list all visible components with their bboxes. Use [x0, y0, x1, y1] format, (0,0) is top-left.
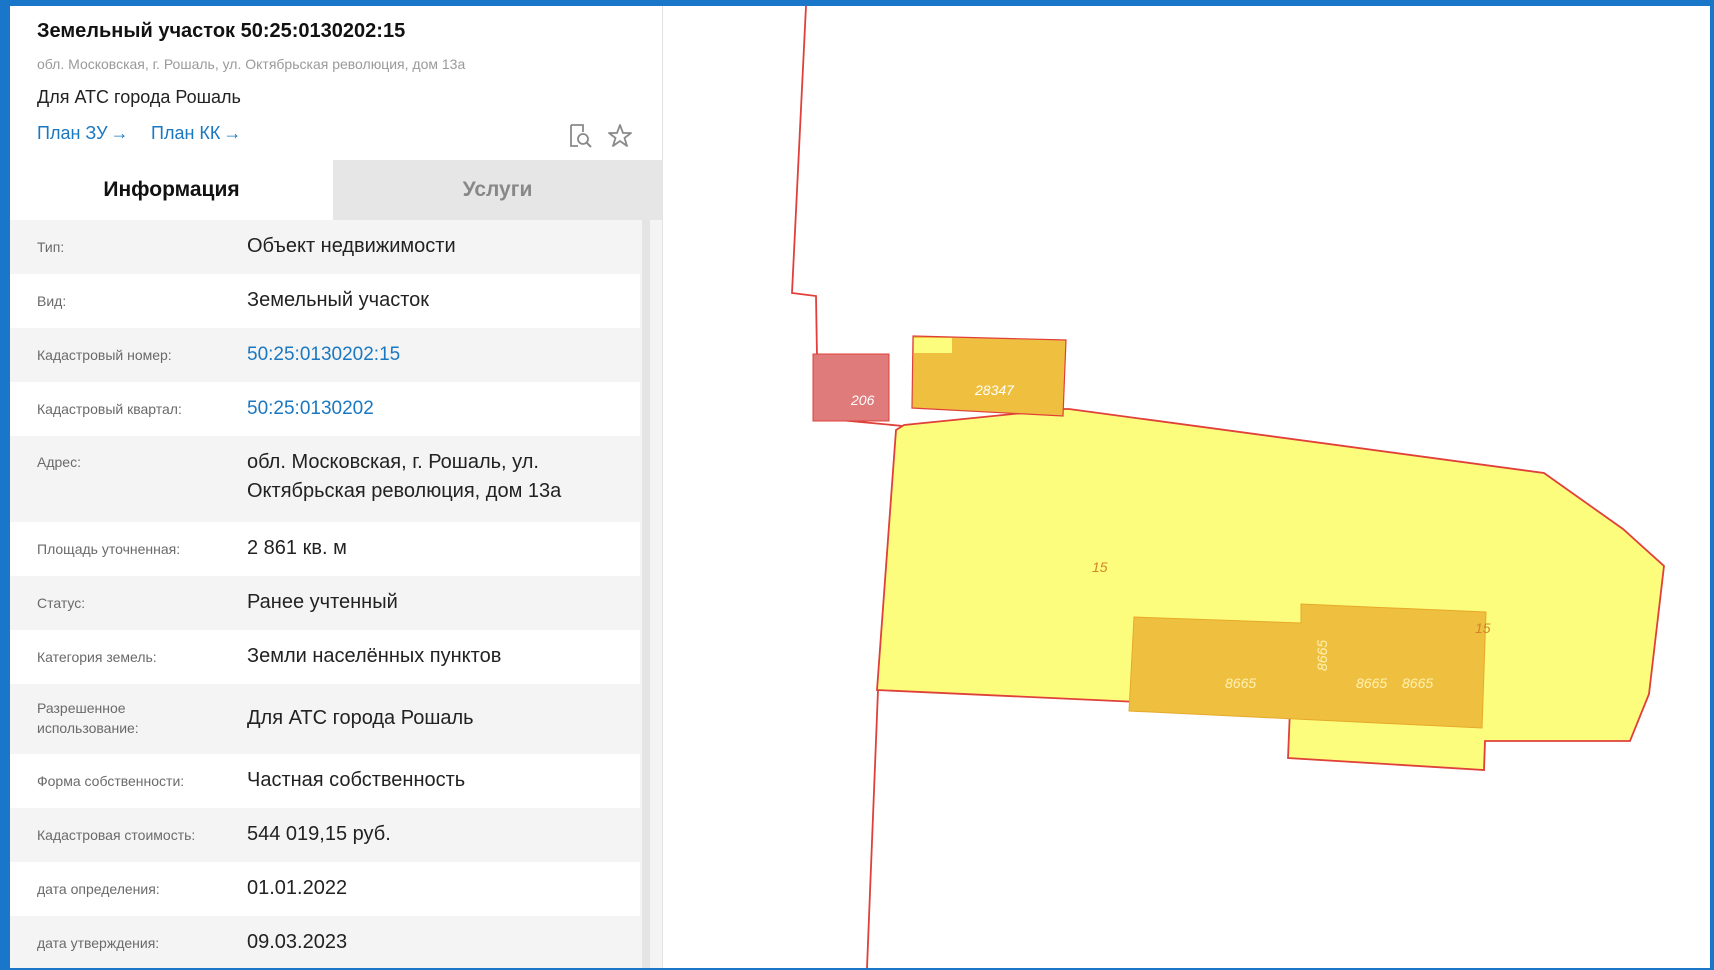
row-label: Кадастровый квартал:	[37, 401, 182, 417]
parcel-label-15-right: 15	[1475, 620, 1491, 636]
arrow-right-icon: →	[223, 123, 242, 143]
parcel-label-206: 206	[850, 392, 875, 408]
info-row-cadastral-cost: Кадастровая стоимость: 544 019,15 руб.	[10, 808, 640, 862]
info-row-status: Статус: Ранее учтенный	[10, 576, 640, 630]
info-row-type: Тип: Объект недвижимости	[10, 220, 640, 274]
document-search-icon[interactable]	[566, 122, 594, 150]
row-value: Земельный участок	[247, 289, 430, 311]
plan-kk-link[interactable]: План КК →	[151, 123, 241, 144]
info-row-kind: Вид: Земельный участок	[10, 274, 640, 328]
info-row-cadastral-quarter: Кадастровый квартал: 50:25:0130202	[10, 382, 640, 436]
panel-header: Земельный участок 50:25:0130202:15 обл. …	[10, 6, 662, 160]
building-label-8665-vertical: 8665	[1314, 640, 1330, 671]
info-row-land-category: Категория земель: Земли населённых пункт…	[10, 630, 640, 684]
row-value: 2 861 кв. м	[247, 537, 347, 559]
row-value: 544 019,15 руб.	[247, 823, 391, 845]
row-value: Земли населённых пунктов	[247, 645, 502, 667]
info-row-permitted-use: Разрешенное использование: Для АТС город…	[10, 684, 640, 754]
row-label: Вид:	[37, 293, 67, 309]
row-value: 01.01.2022	[247, 877, 348, 899]
boundary-line	[866, 689, 879, 968]
building-label-8665: 8665	[1356, 675, 1387, 691]
address-line-2: Октябрьская революция, дом 13а	[247, 480, 562, 502]
plan-zu-label: План ЗУ	[37, 123, 108, 143]
building-label-8665: 8665	[1225, 675, 1256, 691]
row-value: Для АТС города Рошаль	[247, 707, 474, 729]
row-label: Адрес:	[37, 454, 81, 470]
header-address: обл. Московская, г. Рошаль, ул. Октябрьс…	[37, 56, 466, 72]
parcel-206[interactable]	[812, 353, 890, 422]
plan-kk-label: План КК	[151, 123, 221, 143]
arrow-right-icon: →	[110, 123, 129, 143]
row-value: Объект недвижимости	[247, 235, 456, 257]
info-panel: Земельный участок 50:25:0130202:15 обл. …	[10, 6, 663, 968]
row-label: Статус:	[37, 595, 86, 611]
row-value: Ранее учтенный	[247, 591, 398, 613]
row-label-line-1: Разрешенное	[37, 700, 126, 716]
row-label: дата определения:	[37, 881, 160, 897]
cadastral-number-link[interactable]: 50:25:0130202:15	[247, 340, 400, 369]
parcel-label-15: 15	[1092, 559, 1108, 575]
row-value: Частная собственность	[247, 769, 466, 791]
parcel-marker	[914, 338, 952, 353]
row-label: Кадастровая стоимость:	[37, 827, 196, 843]
header-purpose: Для АТС города Рошаль	[37, 87, 241, 107]
parcel-label-28347: 28347	[974, 382, 1015, 398]
star-icon[interactable]	[606, 122, 634, 150]
app-frame: Земельный участок 50:25:0130202:15 обл. …	[10, 6, 1710, 968]
info-row-date-determined: дата определения: 01.01.2022	[10, 862, 640, 916]
cadastral-map[interactable]: 206 28347 15 15 8665 8665 8665 8665	[663, 6, 1710, 968]
info-table: Тип: Объект недвижимости Вид: Земельный …	[10, 220, 640, 968]
info-row-ownership: Форма собственности: Частная собственнос…	[10, 754, 640, 808]
page-title: Земельный участок 50:25:0130202:15	[37, 20, 406, 42]
row-label: Категория земель:	[37, 649, 157, 665]
building-8665[interactable]	[1128, 603, 1487, 729]
info-row-date-approved: дата утверждения: 09.03.2023	[10, 916, 640, 968]
row-label: Тип:	[37, 239, 65, 255]
address-line-1: обл. Московская, г. Рошаль, ул.	[247, 451, 539, 473]
row-value: 09.03.2023	[247, 931, 348, 953]
row-label: Форма собственности:	[37, 773, 185, 789]
row-label: Кадастровый номер:	[37, 347, 172, 363]
info-row-address: Адрес: обл. Московская, г. Рошаль, ул. О…	[10, 436, 640, 522]
row-label-line-2: использование:	[37, 720, 139, 736]
info-row-cadastral-number: Кадастровый номер: 50:25:0130202:15	[10, 328, 640, 382]
panel-tabs: Информация Услуги	[10, 160, 662, 220]
building-label-8665: 8665	[1402, 675, 1433, 691]
map-canvas[interactable]: 206 28347 15 15 8665 8665 8665 8665	[663, 6, 1710, 968]
info-row-area: Площадь уточненная: 2 861 кв. м	[10, 522, 640, 576]
row-label: Площадь уточненная:	[37, 541, 181, 557]
tab-services[interactable]: Услуги	[333, 160, 662, 220]
row-label: дата утверждения:	[37, 935, 160, 951]
panel-scrollbar[interactable]	[642, 220, 650, 968]
cadastral-quarter-link[interactable]: 50:25:0130202	[247, 394, 374, 423]
tab-information[interactable]: Информация	[10, 160, 333, 220]
plan-zu-link[interactable]: План ЗУ →	[37, 123, 129, 144]
